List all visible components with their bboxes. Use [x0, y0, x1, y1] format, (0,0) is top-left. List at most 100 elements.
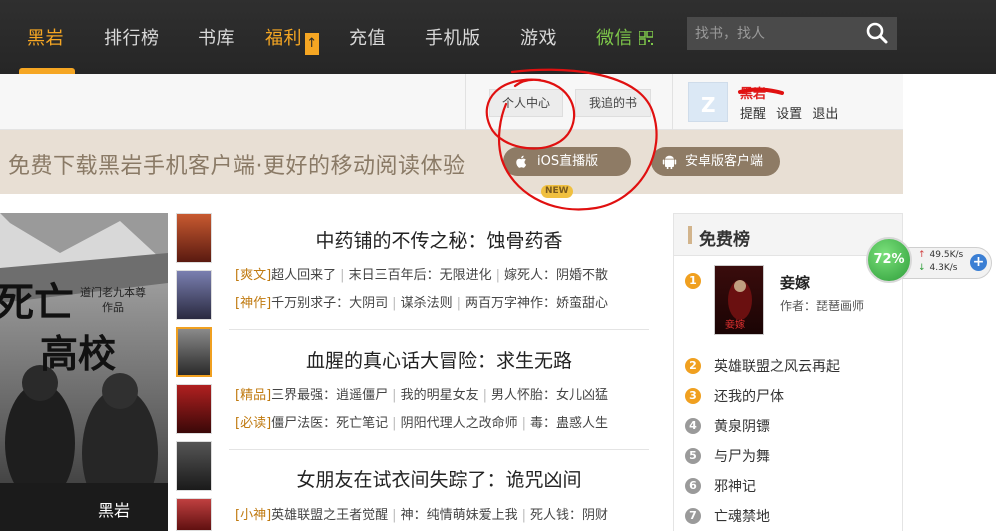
story-title[interactable]: 女朋友在试衣间失踪了：诡咒凶间: [229, 465, 649, 492]
upload-speed-value: 49.5K/s: [929, 250, 964, 260]
rank-item[interactable]: 亡魂禁地: [714, 506, 770, 526]
nav-item-mobile[interactable]: 手机版: [425, 24, 481, 50]
thumbnail[interactable]: [176, 384, 212, 434]
upload-arrow-icon: ↑: [918, 250, 926, 260]
story-link[interactable]: 神：纯情萌妹爱上我: [401, 508, 518, 523]
story-title[interactable]: 中药铺的不传之秘：蚀骨药香: [229, 226, 649, 253]
nav-item-games[interactable]: 游戏: [520, 24, 557, 50]
thumbnail[interactable]: [176, 270, 212, 320]
thumbnail[interactable]: [176, 213, 212, 263]
story-title[interactable]: 血腥的真心话大冒险：求生无路: [229, 346, 649, 373]
apple-icon: [516, 155, 527, 168]
memory-usage-ball[interactable]: 72%: [866, 237, 912, 283]
welfare-arrow-icon: ↑: [305, 33, 319, 55]
story-link[interactable]: 僵尸法医：死亡笔记: [271, 416, 388, 431]
story-link[interactable]: 死人钱：阴财: [530, 508, 608, 523]
settings-link[interactable]: 设置: [776, 107, 802, 122]
rank-number: 2: [685, 358, 701, 374]
reminder-link[interactable]: 提醒: [740, 107, 766, 122]
avatar[interactable]: Z: [688, 82, 728, 122]
default-avatar-icon: Z: [701, 93, 716, 117]
header-accent-bar: [688, 226, 692, 244]
rank-item[interactable]: 英雄联盟之风云再起: [714, 356, 840, 376]
search-button[interactable]: [857, 17, 897, 50]
logout-link[interactable]: 退出: [812, 107, 838, 122]
user-bar: 个人中心 我追的书 Z 黑岩 提醒 设置 退出: [0, 74, 903, 130]
nav-item-welfare[interactable]: 福利 ↑: [265, 24, 319, 55]
cover-title-2: 高校: [40, 331, 117, 376]
nav-item-recharge[interactable]: 充值: [349, 24, 386, 50]
rank-item[interactable]: 还我的尸体: [714, 386, 784, 406]
android-download-button[interactable]: 安卓版客户端: [651, 147, 780, 176]
thumbnail[interactable]: [176, 441, 212, 491]
nav-item-wechat[interactable]: 微信: [596, 24, 654, 50]
rank-number: 4: [685, 418, 701, 434]
search-input[interactable]: [687, 17, 857, 50]
story-link[interactable]: 男人怀胎：女儿凶猛: [491, 388, 608, 403]
nav-item-ranking[interactable]: 排行榜: [104, 24, 160, 50]
story-tag: [精品]: [235, 388, 272, 403]
divider: [672, 74, 673, 130]
nav-item-library[interactable]: 书库: [198, 24, 235, 50]
story-link[interactable]: 超人回来了: [271, 268, 336, 283]
rank-1-cover[interactable]: 妾嫁: [714, 265, 764, 335]
android-download-label: 安卓版客户端: [685, 154, 764, 169]
divider: [229, 449, 649, 450]
download-speed: ↓ 4.3K/s: [918, 263, 957, 273]
banner-text: 免费下载黑岩手机客户端·更好的移动阅读体验: [8, 154, 466, 179]
ios-download-label: iOS直播版: [537, 154, 599, 169]
username[interactable]: 黑岩: [740, 83, 766, 102]
featured-book-cover[interactable]: 死亡 高校 道门老九本尊 作品 黑岩: [0, 213, 168, 531]
download-arrow-icon: ↓: [918, 263, 926, 273]
page: 黑岩 排行榜 书库 福利 ↑ 充值 手机版 游戏 微信 找书，找人 个人中心 我…: [0, 0, 996, 531]
story-link[interactable]: 千万别求子：大阴司: [271, 296, 388, 311]
story-line: [小神]英雄联盟之王者觉醒 | 神：纯情萌妹爱上我 | 死人钱：阴财: [235, 508, 608, 523]
story-link[interactable]: 毒：蛊惑人生: [530, 416, 608, 431]
qr-code-icon: [638, 30, 654, 46]
rank-1-title[interactable]: 妾嫁: [780, 272, 810, 293]
divider: [465, 74, 466, 130]
story-line: [爽文]超人回来了 | 末日三百年后：无限进化 | 嫁死人：阴婚不散: [235, 268, 608, 283]
story-link[interactable]: 三界最强：逍遥僵尸: [271, 388, 388, 403]
android-icon: [662, 155, 677, 169]
story-tag: [爽文]: [235, 268, 272, 283]
nav-item-home[interactable]: 黑岩: [27, 24, 64, 50]
story-link[interactable]: 英雄联盟之王者觉醒: [271, 508, 388, 523]
my-follow-books-button[interactable]: 我追的书: [575, 89, 651, 117]
nav-item-wechat-label: 微信: [596, 28, 633, 49]
story-link[interactable]: 嫁死人：阴婚不散: [504, 268, 608, 283]
cover-author: 道门老九本尊 作品: [80, 286, 146, 314]
story-link[interactable]: 我的明星女友: [401, 388, 479, 403]
story-line: [必读]僵尸法医：死亡笔记 | 阴阳代理人之改命师 | 毒：蛊惑人生: [235, 416, 608, 431]
rank-1-author[interactable]: 作者：琵琶画师: [780, 297, 864, 314]
plus-icon[interactable]: +: [970, 254, 987, 271]
ios-download-button[interactable]: iOS直播版 NEW: [503, 147, 631, 198]
thumbnail[interactable]: [176, 498, 212, 531]
story-link[interactable]: 阴阳代理人之改命师: [401, 416, 518, 431]
personal-center-button[interactable]: 个人中心: [489, 89, 563, 117]
search-box: [687, 17, 897, 50]
svg-text:Z: Z: [701, 93, 716, 117]
rank-number: 7: [685, 508, 701, 524]
top-nav: 黑岩 排行榜 书库 福利 ↑ 充值 手机版 游戏 微信: [0, 0, 996, 74]
rank-item[interactable]: 与尸为舞: [714, 446, 770, 466]
ranking-title: 免费榜: [699, 230, 750, 250]
download-speed-value: 4.3K/s: [929, 263, 958, 273]
rank-item[interactable]: 邪神记: [714, 476, 756, 496]
divider: [229, 329, 649, 330]
story-link[interactable]: 两百万字神作：娇蛮甜心: [465, 296, 608, 311]
story-link[interactable]: 谋杀法则: [401, 296, 453, 311]
search-icon: [866, 22, 888, 44]
upload-speed: ↑ 49.5K/s: [918, 250, 963, 260]
story-tag: [神作]: [235, 296, 272, 311]
nav-item-welfare-label: 福利: [265, 28, 302, 49]
svg-text:妾嫁: 妾嫁: [725, 318, 745, 331]
story-link[interactable]: 末日三百年后：无限进化: [349, 268, 492, 283]
story-tag: [小神]: [235, 508, 272, 523]
cover-title-1: 死亡: [0, 279, 74, 326]
network-speed-widget[interactable]: 72% ↑ 49.5K/s ↓ 4.3K/s +: [866, 237, 992, 285]
rank-number: 6: [685, 478, 701, 494]
thumbnail-selected[interactable]: [176, 327, 212, 377]
story-line: [神作]千万别求子：大阴司 | 谋杀法则 | 两百万字神作：娇蛮甜心: [235, 296, 608, 311]
rank-item[interactable]: 黄泉阴镖: [714, 416, 770, 436]
